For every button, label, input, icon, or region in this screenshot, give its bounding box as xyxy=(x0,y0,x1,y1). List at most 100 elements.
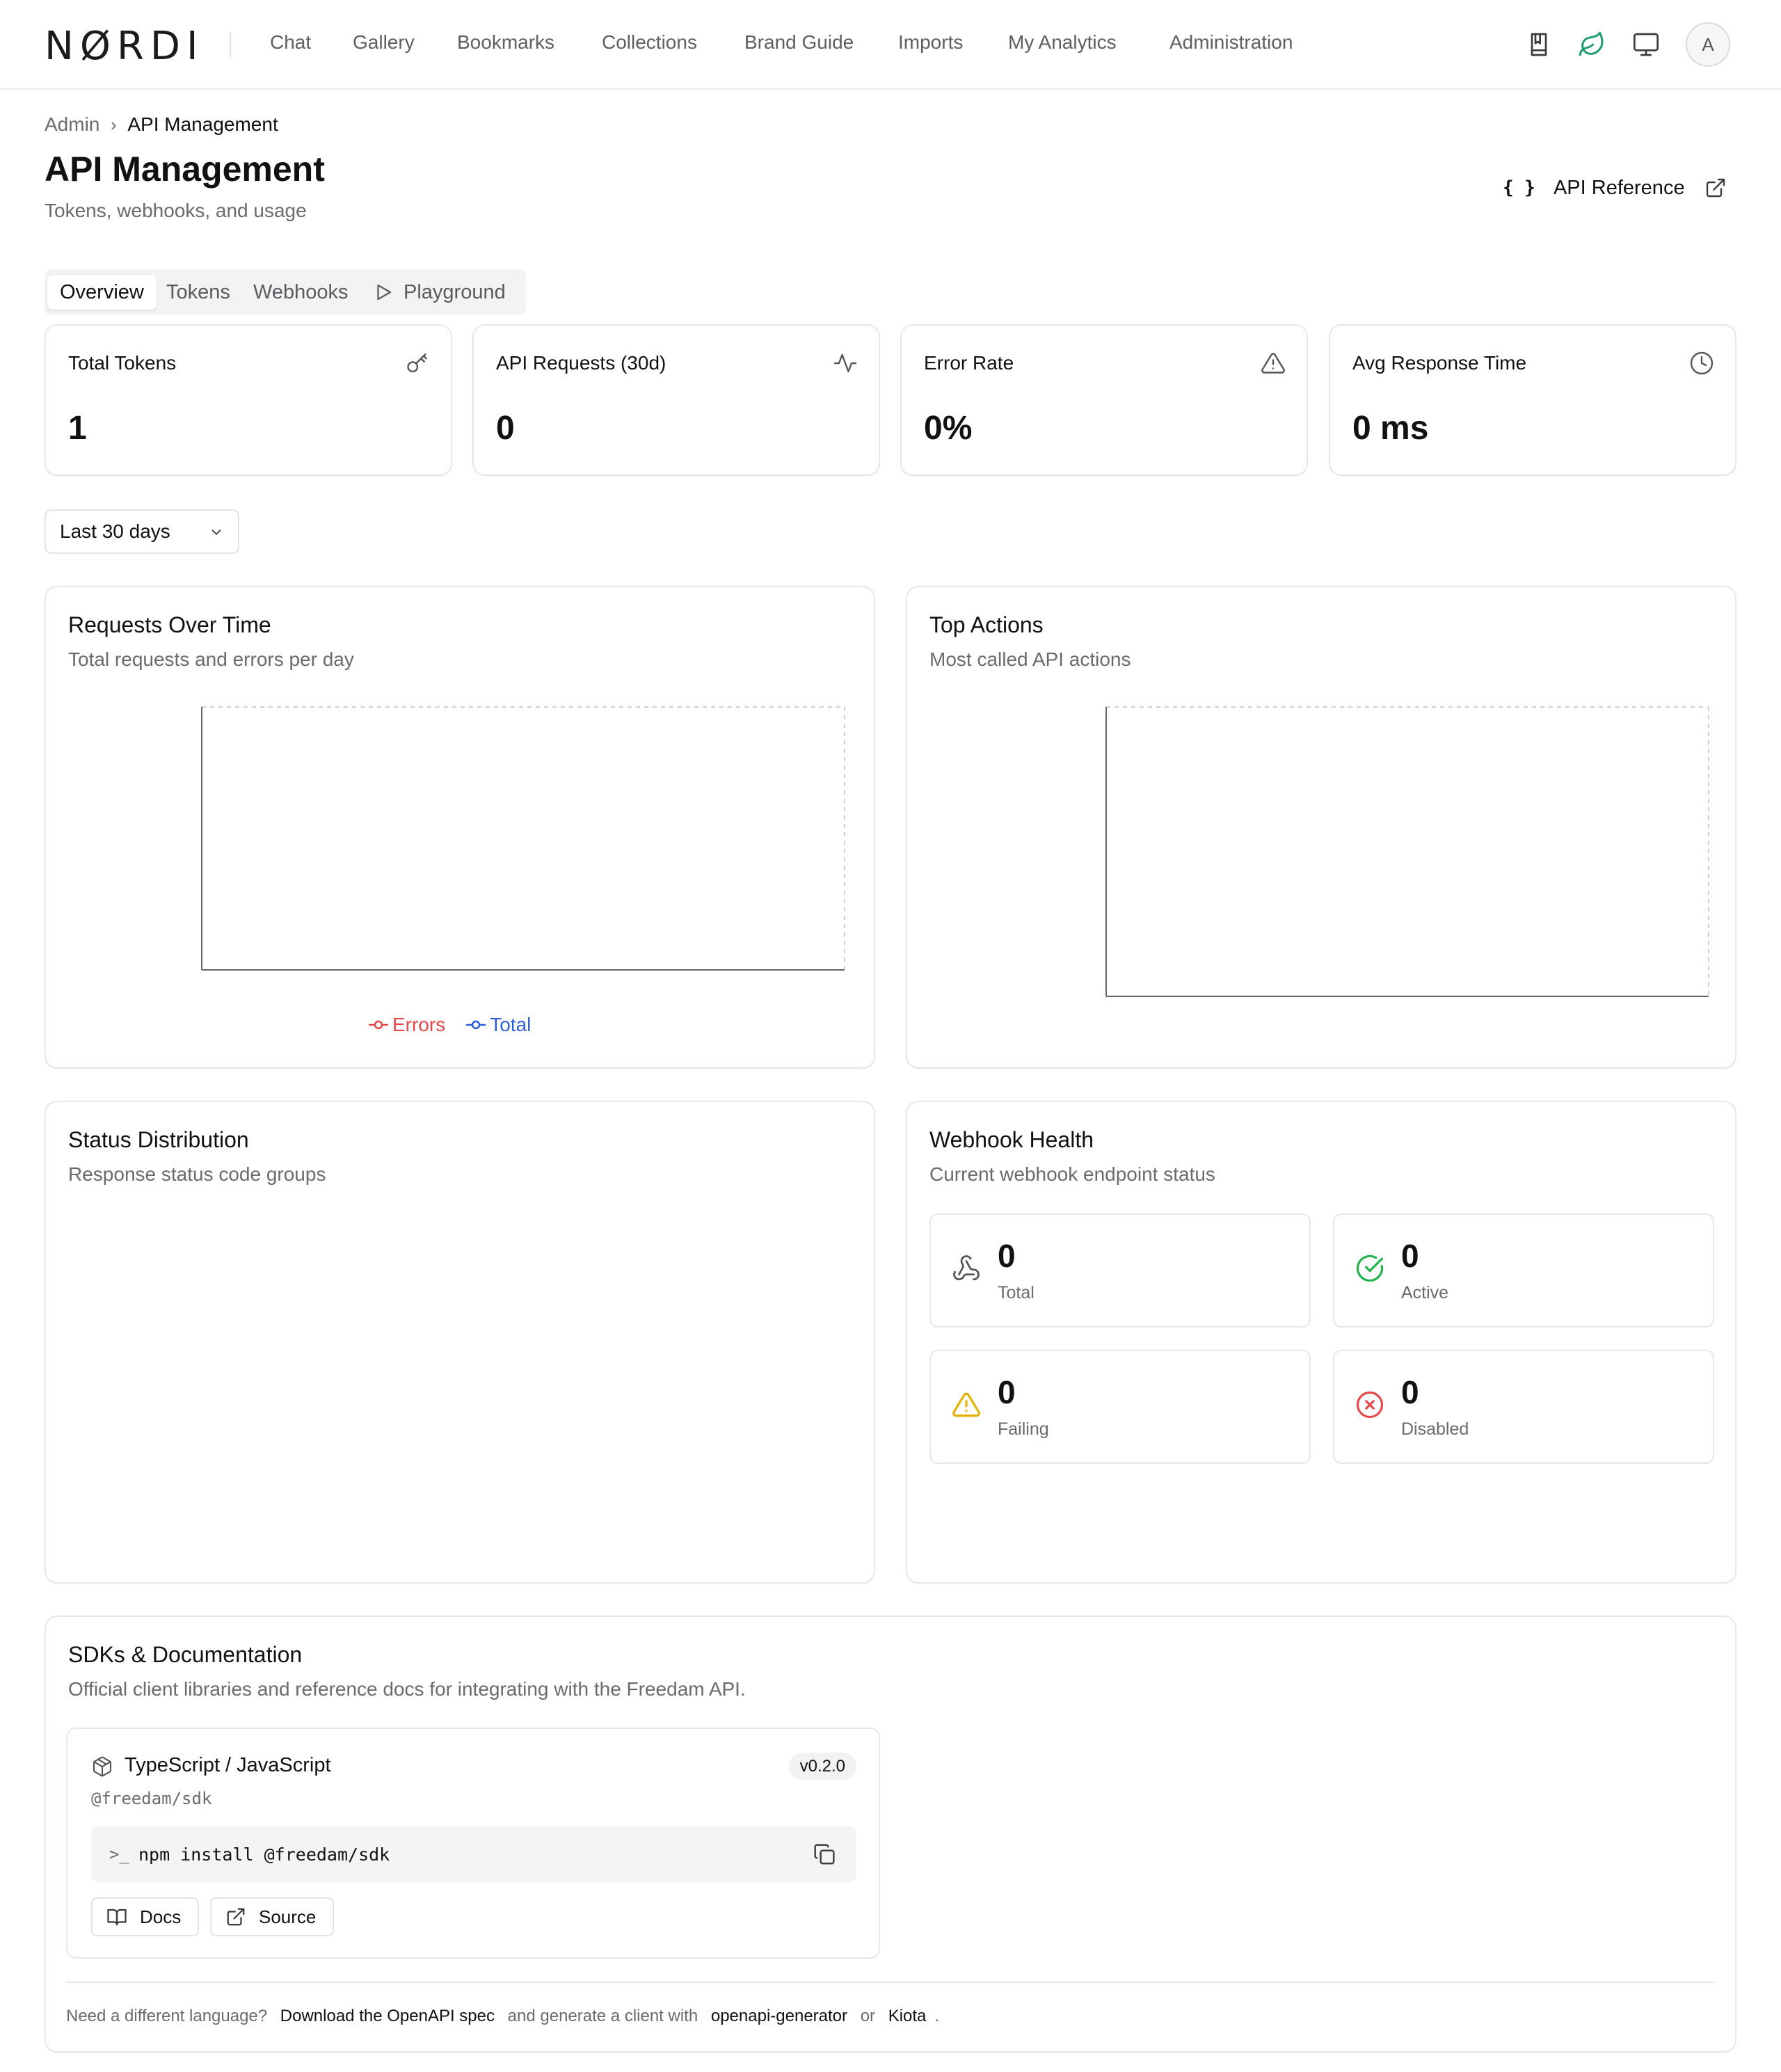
stat-label: Error Rate xyxy=(924,352,1014,374)
tab-tokens[interactable]: Tokens xyxy=(166,275,230,310)
nav-imports[interactable]: Imports xyxy=(898,31,963,54)
book-open-icon xyxy=(107,1908,127,1926)
nav-my-analytics[interactable]: My Analytics xyxy=(1008,31,1117,54)
activity-icon xyxy=(833,353,857,373)
kiota-link[interactable]: Kiota xyxy=(888,2007,927,2025)
external-link-icon xyxy=(227,1908,245,1926)
card-subtitle: Current webhook endpoint status xyxy=(929,1163,1215,1185)
stat-card-total-tokens: Total Tokens 1 xyxy=(45,324,452,476)
page-subtitle: Tokens, webhooks, and usage xyxy=(45,200,307,221)
webhook-total-box: 0 Total xyxy=(929,1213,1311,1328)
bookmark-book-icon[interactable] xyxy=(1525,31,1553,58)
requests-over-time-card: Requests Over Time Total requests and er… xyxy=(45,586,875,1069)
openapi-generator-link[interactable]: openapi-generator xyxy=(711,2007,847,2025)
package-icon xyxy=(93,1756,112,1777)
card-subtitle: Most called API actions xyxy=(929,648,1131,670)
nav-collections[interactable]: Collections xyxy=(602,31,697,54)
source-button[interactable]: Source xyxy=(210,1897,335,1936)
requests-chart-legend: Errors Total xyxy=(369,1014,531,1036)
api-reference-link[interactable]: { } API Reference xyxy=(1503,173,1727,203)
clock-icon xyxy=(1690,351,1714,375)
tab-playground[interactable]: Playground xyxy=(373,275,506,310)
app-logo[interactable]: NØRDI xyxy=(45,24,205,69)
breadcrumb-admin[interactable]: Admin xyxy=(45,113,99,135)
footnote-prefix: Need a different language? xyxy=(66,2007,268,2025)
stat-value: 1 xyxy=(68,410,87,447)
play-icon xyxy=(377,284,392,301)
docs-button[interactable]: Docs xyxy=(91,1897,200,1936)
docs-label: Docs xyxy=(140,1906,182,1927)
x-circle-icon xyxy=(1356,1391,1384,1419)
webhook-disabled-box: 0 Disabled xyxy=(1333,1350,1714,1464)
logo-divider xyxy=(230,32,231,57)
card-title: SDKs & Documentation xyxy=(68,1642,303,1667)
warning-icon xyxy=(1261,353,1285,374)
stat-label: API Requests (30d) xyxy=(496,352,666,374)
breadcrumb-current: API Management xyxy=(127,113,278,135)
webhook-active-value: 0 xyxy=(1401,1238,1419,1274)
tab-webhooks[interactable]: Webhooks xyxy=(253,275,349,310)
nav-bookmarks[interactable]: Bookmarks xyxy=(457,31,554,54)
chevron-right-icon: › xyxy=(111,114,117,135)
webhook-failing-value: 0 xyxy=(998,1374,1016,1410)
section-divider xyxy=(66,1982,1715,1983)
webhook-disabled-value: 0 xyxy=(1401,1374,1419,1410)
chevron-down-icon xyxy=(211,529,221,535)
legend-total-label: Total xyxy=(490,1014,532,1035)
terminal-prompt-icon: >_ xyxy=(109,1844,129,1864)
webhook-active-box: 0 Active xyxy=(1333,1213,1714,1328)
footnote-or: or xyxy=(860,2007,876,2025)
legend-errors-marker xyxy=(369,1020,388,1030)
install-command: npm install @freedam/sdk xyxy=(138,1844,390,1865)
user-avatar[interactable]: A xyxy=(1686,22,1730,67)
nav-gallery[interactable]: Gallery xyxy=(353,31,415,54)
sdk-typescript-card: TypeScript / JavaScript @freedam/sdk v0.… xyxy=(66,1728,880,1959)
stat-value: 0% xyxy=(924,410,973,447)
footnote-middle: and generate a client with xyxy=(507,2007,698,2025)
card-subtitle: Total requests and errors per day xyxy=(68,648,354,670)
api-reference-label: API Reference xyxy=(1553,176,1685,199)
card-title: Webhook Health xyxy=(929,1127,1094,1152)
braces-icon: { } xyxy=(1503,177,1535,198)
card-title: Status Distribution xyxy=(68,1127,249,1152)
key-icon xyxy=(407,353,427,373)
tab-playground-label: Playground xyxy=(404,281,506,303)
stat-value: 0 xyxy=(496,410,515,447)
sdk-version-badge: v0.2.0 xyxy=(788,1753,856,1780)
top-actions-bar-chart xyxy=(1105,706,1709,997)
webhook-total-label: Total xyxy=(998,1283,1035,1302)
leaf-icon[interactable] xyxy=(1578,31,1606,58)
stat-label: Avg Response Time xyxy=(1352,352,1527,374)
date-range-value: Last 30 days xyxy=(60,520,170,542)
webhook-health-card: Webhook Health Current webhook endpoint … xyxy=(906,1101,1736,1584)
tab-overview[interactable]: Overview xyxy=(47,275,157,310)
legend-errors-label: Errors xyxy=(392,1014,446,1035)
webhook-icon xyxy=(953,1255,980,1281)
webhook-failing-label: Failing xyxy=(998,1419,1049,1439)
openapi-spec-link[interactable]: Download the OpenAPI spec xyxy=(280,2007,495,2025)
date-range-select[interactable]: Last 30 days xyxy=(45,509,239,554)
stat-value: 0 ms xyxy=(1352,410,1429,447)
legend-total-marker xyxy=(466,1020,486,1030)
external-link-icon xyxy=(1706,178,1725,198)
copy-icon[interactable] xyxy=(813,1843,836,1865)
top-navigation: NØRDI Chat Gallery Bookmarks Collections… xyxy=(0,0,1781,90)
status-distribution-card: Status Distribution Response status code… xyxy=(45,1101,875,1584)
stat-card-error-rate: Error Rate 0% xyxy=(900,324,1308,476)
webhook-active-label: Active xyxy=(1401,1283,1449,1302)
nav-brand-guide[interactable]: Brand Guide xyxy=(744,31,854,54)
card-title: Requests Over Time xyxy=(68,612,271,637)
stat-card-avg-response-time: Avg Response Time 0 ms xyxy=(1329,324,1736,476)
nav-administration[interactable]: Administration xyxy=(1169,31,1293,54)
monitor-icon[interactable] xyxy=(1632,31,1660,58)
source-label: Source xyxy=(259,1906,317,1927)
card-subtitle: Official client libraries and reference … xyxy=(68,1678,746,1700)
tab-bar: Overview Tokens Webhooks Playground xyxy=(45,269,526,315)
webhook-disabled-label: Disabled xyxy=(1401,1419,1469,1439)
card-subtitle: Response status code groups xyxy=(68,1163,326,1185)
requests-line-chart xyxy=(201,706,845,971)
stat-label: Total Tokens xyxy=(68,352,177,374)
top-actions-card: Top Actions Most called API actions xyxy=(906,586,1736,1069)
nav-chat[interactable]: Chat xyxy=(270,31,311,54)
sdk-package: @freedam/sdk xyxy=(91,1789,212,1808)
